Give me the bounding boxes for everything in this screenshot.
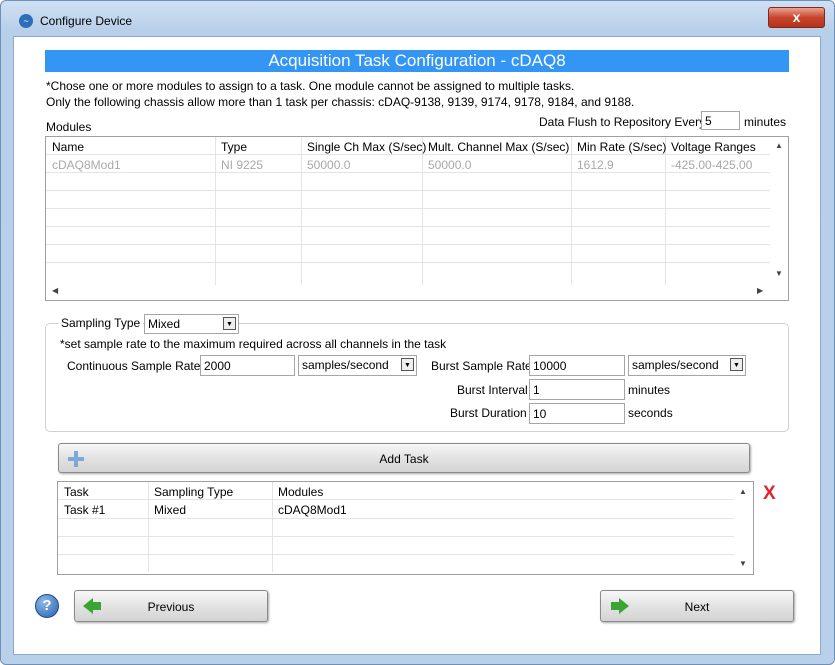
module-mult-max-cell: 50000.0 — [428, 158, 472, 172]
help-icon[interactable]: ? — [35, 594, 59, 618]
continuous-unit-value: samples/second — [302, 358, 389, 372]
module-type-cell: NI 9225 — [221, 158, 264, 172]
chevron-down-icon[interactable]: ▼ — [730, 358, 743, 371]
next-label: Next — [684, 600, 710, 614]
modules-col-type[interactable]: Type — [221, 140, 247, 154]
tasks-col-modules[interactable]: Modules — [278, 485, 323, 499]
burst-rate-label: Burst Sample Rate — [431, 359, 532, 373]
burst-interval-unit: minutes — [628, 383, 671, 397]
sampling-note: *set sample rate to the maximum required… — [60, 337, 447, 351]
module-name-cell: cDAQ8Mod1 — [52, 158, 121, 172]
module-single-max-cell: 50000.0 — [307, 158, 351, 172]
scroll-up-icon[interactable]: ▲ — [775, 141, 783, 150]
chevron-down-icon[interactable]: ▼ — [223, 317, 236, 330]
chevron-down-icon[interactable]: ▼ — [401, 358, 414, 371]
app-icon: ~ — [19, 14, 33, 28]
modules-col-voltage-ranges[interactable]: Voltage Ranges — [671, 140, 756, 154]
note-line-1: *Chose one or more modules to assign to … — [46, 79, 575, 93]
modules-table: Name Type Single Ch Max (S/sec) Mult. Ch… — [45, 136, 789, 301]
data-flush-unit: minutes — [744, 115, 787, 129]
previous-button[interactable]: Previous — [74, 590, 268, 622]
window-title: Configure Device — [40, 14, 133, 28]
scroll-right-icon[interactable]: ▶ — [757, 286, 763, 295]
burst-unit-select[interactable]: samples/second ▼ — [628, 355, 746, 376]
burst-duration-label: Burst Duration — [450, 406, 527, 420]
module-min-rate-cell: 1612.9 — [577, 158, 614, 172]
burst-duration-unit: seconds — [628, 406, 673, 420]
task-sampling-cell: Mixed — [154, 503, 187, 517]
table-row[interactable]: cDAQ8Mod1 NI 9225 50000.0 50000.0 1612.9… — [46, 155, 770, 172]
sampling-type-label: Sampling Type — [58, 316, 144, 330]
module-voltage-cell: -425.00-425.00 — [671, 158, 753, 172]
note-line-2: Only the following chassis allow more th… — [46, 95, 635, 109]
delete-task-icon[interactable]: X — [763, 483, 776, 505]
burst-interval-label: Burst Interval — [457, 383, 528, 397]
tasks-col-sampling-type[interactable]: Sampling Type — [154, 485, 233, 499]
scroll-down-icon[interactable]: ▼ — [739, 559, 747, 568]
data-flush-input[interactable]: 5 — [701, 111, 740, 130]
add-task-button[interactable]: Add Task — [58, 443, 750, 473]
tasks-table: Task Sampling Type Modules Task #1 Mixed… — [57, 481, 754, 575]
close-button[interactable]: x — [768, 7, 825, 28]
sampling-type-value: Mixed — [148, 317, 181, 331]
scroll-up-icon[interactable]: ▲ — [739, 487, 747, 496]
modules-col-min-rate[interactable]: Min Rate (S/sec) — [577, 140, 666, 154]
burst-duration-input[interactable]: 10 — [529, 403, 625, 424]
modules-col-single-ch-max[interactable]: Single Ch Max (S/sec) — [307, 140, 426, 154]
burst-interval-input[interactable]: 1 — [529, 379, 625, 400]
title-bar: ~ Configure Device x — [0, 0, 833, 40]
data-flush-label: Data Flush to Repository Every — [539, 115, 706, 129]
next-button[interactable]: Next — [600, 590, 794, 622]
add-task-label: Add Task — [379, 452, 429, 466]
scroll-down-icon[interactable]: ▼ — [775, 269, 783, 278]
modules-label: Modules — [46, 120, 92, 134]
table-row[interactable]: Task #1 Mixed cDAQ8Mod1 — [58, 500, 734, 518]
sampling-type-select[interactable]: Mixed ▼ — [144, 314, 239, 334]
previous-label: Previous — [147, 600, 195, 614]
tasks-col-task[interactable]: Task — [64, 485, 89, 499]
continuous-unit-select[interactable]: samples/second ▼ — [298, 355, 417, 376]
modules-col-mult-ch-max[interactable]: Mult. Channel Max (S/sec) — [428, 140, 569, 154]
task-name-cell: Task #1 — [64, 503, 106, 517]
continuous-rate-input[interactable]: 2000 — [200, 355, 295, 376]
page-title: Acquisition Task Configuration - cDAQ8 — [45, 50, 789, 72]
burst-unit-value: samples/second — [632, 358, 719, 372]
scroll-left-icon[interactable]: ◀ — [52, 286, 58, 295]
burst-rate-input[interactable]: 10000 — [529, 355, 625, 376]
modules-col-name[interactable]: Name — [52, 140, 84, 154]
task-modules-cell: cDAQ8Mod1 — [278, 503, 347, 517]
continuous-rate-label: Continuous Sample Rate — [67, 359, 201, 373]
